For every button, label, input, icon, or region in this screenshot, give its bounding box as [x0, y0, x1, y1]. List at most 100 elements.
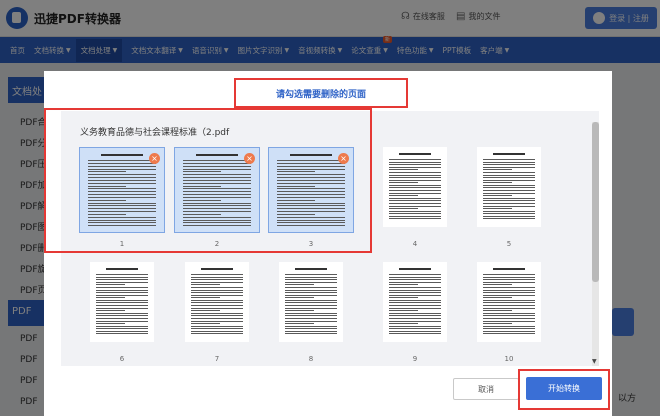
page-text-line [389, 208, 419, 210]
page-text-line [389, 161, 441, 163]
page-text-line [191, 281, 243, 283]
page-text-line [285, 320, 337, 322]
page-text-line [191, 302, 243, 304]
page-number: 8 [308, 355, 314, 363]
start-convert-button[interactable]: 开始转换 [526, 377, 602, 400]
page-text-line [483, 184, 535, 186]
page-text-line [483, 179, 535, 181]
page-thumbnail[interactable] [383, 262, 447, 342]
page-text-line [96, 320, 148, 322]
page-text-line [483, 177, 535, 179]
page-text-line [483, 289, 535, 291]
page-thumbnail[interactable] [477, 147, 541, 227]
page-text-line [483, 328, 535, 330]
page-thumbnail[interactable] [477, 262, 541, 342]
page-text-line [483, 294, 535, 296]
page-text-line [285, 294, 337, 296]
page-heading-line [295, 268, 327, 270]
page-text-line [389, 202, 441, 204]
page-text-line [285, 317, 337, 319]
page-text-line [389, 323, 419, 325]
page-text-line [389, 299, 441, 301]
page-text-line [191, 289, 243, 291]
scrollbar-thumb[interactable] [592, 122, 599, 282]
page-text-line [389, 169, 419, 171]
page-number: 9 [412, 355, 418, 363]
page-text-line [285, 305, 337, 306]
page-number: 6 [119, 355, 125, 363]
page-text-line [389, 292, 441, 294]
page-text-line [389, 274, 441, 275]
page-text-line [389, 325, 441, 327]
page-text-line [191, 305, 243, 306]
page-text-line [96, 323, 126, 325]
page-text-line [389, 174, 441, 176]
page-text-line [96, 330, 148, 332]
dialog-title: 请勾选需要删除的页面 [234, 78, 408, 108]
page-text-line [285, 310, 315, 312]
cancel-button[interactable]: 取消 [453, 378, 519, 400]
page-text-line [483, 312, 535, 314]
page-text-line [285, 292, 337, 294]
page-text-line [191, 325, 243, 327]
page-heading-line [493, 153, 525, 155]
page-text-line [483, 197, 535, 199]
page-text-line [285, 328, 337, 330]
page-text-line [285, 276, 337, 278]
page-thumbnail[interactable] [90, 262, 154, 342]
page-text-line [191, 312, 243, 314]
page-text-line [483, 182, 513, 184]
page-heading-line [399, 268, 431, 270]
page-text-line [483, 218, 535, 220]
page-text-line [483, 161, 535, 163]
page-text-line [191, 276, 243, 278]
page-text-line [285, 289, 337, 291]
page-text-line [96, 305, 148, 306]
page-text-line [285, 299, 337, 301]
page-thumbnail[interactable] [383, 147, 447, 227]
page-text-line [483, 174, 535, 176]
page-text-line [285, 325, 337, 327]
page-text-line [191, 274, 243, 275]
page-text-line [96, 307, 148, 309]
page-text-line [191, 330, 243, 332]
page-text-line [96, 294, 148, 296]
page-text-line [96, 328, 148, 330]
page-text-line [96, 274, 148, 275]
page-thumbnail[interactable] [185, 262, 249, 342]
page-text-line [191, 333, 243, 335]
page-text-line [96, 317, 148, 319]
page-text-line [389, 312, 441, 314]
page-text-line [389, 205, 441, 207]
page-text-line [389, 315, 441, 317]
page-text-line [483, 276, 535, 278]
page-text-line [191, 294, 243, 296]
page-text-line [483, 333, 535, 335]
page-text-line [483, 286, 535, 288]
page-text-line [483, 284, 513, 286]
page-text-line [483, 302, 535, 304]
page-text-line [483, 195, 513, 197]
page-text-line [285, 333, 337, 335]
page-text-line [191, 320, 243, 322]
page-text-line [483, 171, 535, 173]
page-heading-line [201, 268, 233, 270]
page-text-line [285, 302, 337, 304]
page-text-line [389, 195, 419, 197]
page-text-line [483, 192, 535, 194]
page-text-line [483, 281, 535, 283]
page-text-line [389, 328, 441, 330]
page-text-line [389, 320, 441, 322]
page-text-line [483, 200, 535, 202]
page-text-line [389, 190, 441, 191]
page-text-line [389, 166, 441, 168]
page-number: 7 [214, 355, 220, 363]
page-thumbnail[interactable] [279, 262, 343, 342]
page-text-line [285, 297, 315, 299]
page-text-line [389, 317, 441, 319]
page-text-line [389, 276, 441, 278]
scroll-down-arrow-icon[interactable]: ▼ [592, 358, 597, 365]
page-text-line [96, 315, 148, 317]
page-text-line [191, 279, 243, 281]
page-text-line [96, 281, 148, 283]
